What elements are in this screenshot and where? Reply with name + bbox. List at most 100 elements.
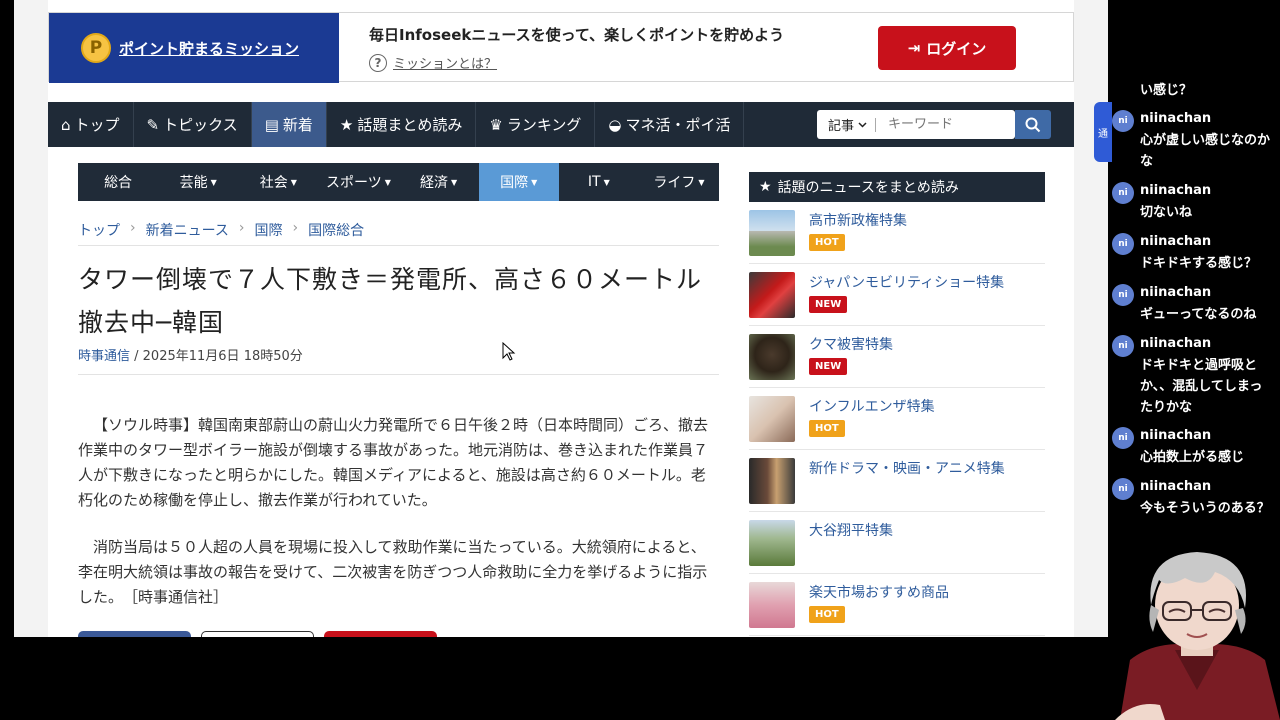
new-badge: NEW bbox=[809, 358, 848, 375]
chat-username: niinachan bbox=[1140, 234, 1212, 249]
mission-banner: P ポイント貯まるミッション 毎日Infoseekニュースを使って、楽しくポイン… bbox=[48, 12, 1074, 83]
chat-text: 心が虚しい感じなのかな bbox=[1140, 133, 1271, 169]
login-button[interactable]: ⇥ ログイン bbox=[878, 26, 1016, 70]
search-input[interactable] bbox=[876, 117, 997, 132]
crown-icon: ♛ bbox=[489, 115, 503, 134]
thumbnail-image bbox=[749, 458, 795, 504]
chat-text: ドキドキする感じ？ bbox=[1140, 256, 1258, 271]
question-icon: ? bbox=[369, 53, 387, 72]
nav-label: 話題まとめ読み bbox=[357, 116, 463, 134]
chat-username: niinachan bbox=[1140, 479, 1212, 494]
nav-matome[interactable]: ★ 話題まとめ読み bbox=[327, 102, 477, 147]
chat-username: niinachan bbox=[1140, 285, 1212, 300]
cat-society[interactable]: 社会 ▼ bbox=[238, 163, 318, 201]
new-badge: NEW bbox=[809, 296, 848, 313]
document-icon: ▤ bbox=[264, 115, 279, 134]
chat-avatar: ni bbox=[1112, 182, 1134, 204]
star-icon: ★ bbox=[759, 179, 772, 195]
chat-username: niinachan bbox=[1140, 183, 1212, 198]
nav-ranking[interactable]: ♛ ランキング bbox=[476, 102, 596, 147]
caret-down-icon: ▼ bbox=[698, 177, 705, 187]
sidebar-item-title: ジャパンモビリティショー特集 bbox=[809, 275, 1005, 291]
hot-badge: HOT bbox=[809, 606, 845, 623]
divider bbox=[78, 245, 719, 246]
article-source-link[interactable]: 時事通信 bbox=[78, 349, 130, 364]
thumbnail-image bbox=[749, 272, 795, 318]
piggy-bank-icon: ◒ bbox=[608, 115, 622, 134]
mission-left-panel: P ポイント貯まるミッション bbox=[49, 13, 339, 83]
nav-topics[interactable]: ✎ トピックス bbox=[134, 102, 252, 147]
chat-avatar: ni bbox=[1112, 110, 1134, 132]
sidebar-item[interactable]: 新作ドラマ・映画・アニメ特集 bbox=[749, 458, 1045, 512]
cat-label: スポーツ bbox=[325, 175, 382, 191]
nav-label: マネ活・ポイ活 bbox=[625, 116, 731, 134]
sidebar-item[interactable]: 高市新政権特集 HOT bbox=[749, 210, 1045, 264]
cat-sports[interactable]: スポーツ ▼ bbox=[318, 163, 398, 201]
chat-text: 今もそういうのある？ bbox=[1140, 501, 1270, 516]
sidebar-item[interactable]: ジャパンモビリティショー特集 NEW bbox=[749, 272, 1045, 326]
mission-help-label: ミッションとは？ bbox=[393, 57, 498, 72]
breadcrumb-international[interactable]: 国際 bbox=[255, 220, 283, 240]
search-box: 記事 bbox=[817, 110, 1015, 139]
sidebar-item-title: クマ被害特集 bbox=[809, 337, 893, 353]
sidebar-item[interactable]: 大谷翔平特集 bbox=[749, 520, 1045, 574]
share-button-facebook[interactable] bbox=[78, 631, 191, 637]
pencil-icon: ✎ bbox=[146, 115, 160, 134]
article-paragraph: 消防当局は５０人超の人員を現場に投入して救助作業に当たっている。大統領府によると… bbox=[78, 538, 708, 606]
home-icon: ⌂ bbox=[61, 115, 71, 134]
sidebar-item-title: 新作ドラマ・映画・アニメ特集 bbox=[809, 461, 1005, 477]
star-icon: ★ bbox=[339, 115, 354, 134]
cat-economy[interactable]: 経済 ▼ bbox=[399, 163, 479, 201]
chat-avatar: ni bbox=[1112, 478, 1134, 500]
breadcrumb-separator: › bbox=[130, 220, 136, 236]
article-paragraph: 【ソウル時事】韓国南東部蔚山の蔚山火力発電所で６日午後２時（日本時間同）ごろ、撤… bbox=[78, 416, 709, 509]
breadcrumb-new[interactable]: 新着ニュース bbox=[146, 220, 229, 240]
cat-life[interactable]: ライフ ▼ bbox=[639, 163, 719, 201]
chat-username: niinachan bbox=[1140, 336, 1212, 351]
nav-point[interactable]: ◒ マネ活・ポイ活 bbox=[595, 102, 745, 147]
chat-avatar: ni bbox=[1112, 233, 1134, 255]
chat-text: い感じ？ bbox=[1140, 83, 1193, 98]
cat-label: 芸能 bbox=[179, 175, 208, 191]
sidebar-item-title: インフルエンザ特集 bbox=[809, 399, 935, 415]
breadcrumb-top[interactable]: トップ bbox=[78, 220, 120, 240]
hot-badge: HOT bbox=[809, 420, 845, 437]
chat-text: 切ないね bbox=[1140, 205, 1193, 220]
search-button[interactable] bbox=[1015, 110, 1051, 139]
chat-text: ドキドキと過呼吸とか、、混乱してしまったりかな bbox=[1140, 358, 1263, 415]
cat-label: 経済 bbox=[419, 175, 448, 191]
caret-down-icon: ▼ bbox=[290, 177, 297, 187]
article-date: / 2025年11月6日 18時50分 bbox=[130, 349, 303, 364]
share-button-pocket[interactable] bbox=[324, 631, 437, 637]
sidebar-item[interactable]: クマ被害特集 NEW bbox=[749, 334, 1045, 388]
cat-label: ライフ bbox=[653, 175, 696, 191]
chevron-down-icon bbox=[858, 121, 867, 128]
search-category-select[interactable]: 記事 bbox=[817, 117, 877, 134]
thumbnail-image bbox=[749, 520, 795, 566]
breadcrumb-international-general[interactable]: 国際総合 bbox=[308, 220, 364, 240]
article-headline: タワー倒壊で７人下敷き＝発電所、高さ６０メートル撤去中─韓国 bbox=[78, 265, 703, 337]
sidebar-heading: ★ 話題のニュースをまとめ読み bbox=[749, 172, 1045, 202]
breadcrumb-separator: › bbox=[292, 220, 299, 236]
sidebar-item-title: 高市新政権特集 bbox=[809, 213, 907, 229]
nav-top[interactable]: ⌂ トップ bbox=[48, 102, 134, 147]
login-label: ログイン bbox=[926, 39, 987, 58]
mission-help-link[interactable]: ? ミッションとは？ bbox=[369, 53, 497, 72]
point-coin-icon: P bbox=[81, 33, 111, 63]
sidebar-item[interactable]: インフルエンザ特集 HOT bbox=[749, 396, 1045, 450]
caret-down-icon: ▼ bbox=[603, 177, 610, 187]
cat-label: 国際 bbox=[500, 175, 529, 191]
nav-new[interactable]: ▤ 新着 bbox=[251, 102, 327, 147]
streamer-avatar bbox=[1115, 552, 1280, 720]
cat-it[interactable]: IT ▼ bbox=[559, 163, 639, 201]
cat-international[interactable]: 国際 ▼ bbox=[478, 163, 559, 201]
cat-entertainment[interactable]: 芸能 ▼ bbox=[158, 163, 238, 201]
chat-avatar: ni bbox=[1112, 335, 1134, 357]
sidebar-item[interactable]: 楽天市場おすすめ商品 HOT bbox=[749, 582, 1045, 636]
main-nav: ⌂ トップ ✎ トピックス ▤ 新着 ★ 話題まとめ読み ♛ ランキング ◒ マネ活・ポイ活… bbox=[48, 102, 1074, 147]
share-button-x[interactable] bbox=[201, 631, 314, 637]
mission-link[interactable]: ポイント貯まるミッション bbox=[119, 38, 299, 59]
cat-general[interactable]: 総合 bbox=[78, 163, 158, 201]
thumbnail-image bbox=[749, 210, 795, 256]
chat-side-tab[interactable]: 通 bbox=[1094, 102, 1112, 162]
